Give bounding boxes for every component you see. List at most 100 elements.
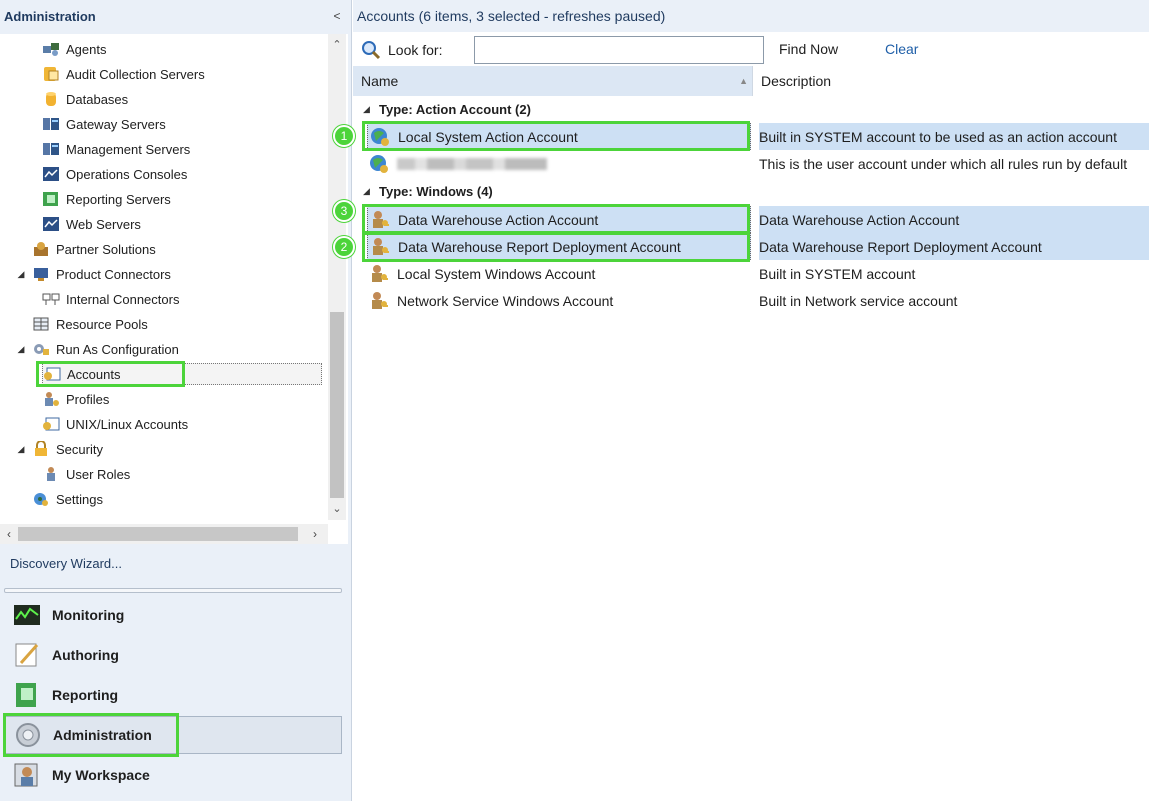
workspace-administration-button[interactable]: Administration bbox=[4, 716, 342, 754]
windows-account-key-icon bbox=[369, 264, 389, 284]
workspace-reporting-button[interactable]: Reporting bbox=[4, 676, 342, 714]
tree-item-resource-pools[interactable]: Resource Pools bbox=[32, 313, 148, 335]
product-connectors-icon bbox=[32, 266, 50, 282]
account-description-cell: Built in SYSTEM account bbox=[759, 265, 916, 282]
scroll-down-icon[interactable]: ⌄ bbox=[328, 500, 346, 518]
run-as-config-icon bbox=[32, 341, 50, 357]
tree-item-security[interactable]: ◢ Security bbox=[18, 438, 103, 460]
tree-item-profiles[interactable]: Profiles bbox=[42, 388, 109, 410]
tree-item-management-servers[interactable]: Management Servers bbox=[42, 138, 190, 160]
table-row[interactable]: Local System Action Account Built in SYS… bbox=[353, 123, 1149, 150]
tree-item-settings[interactable]: Settings bbox=[32, 488, 103, 510]
account-name-cell: Data Warehouse Report Deployment Account bbox=[367, 233, 751, 260]
user-roles-icon bbox=[42, 466, 60, 482]
table-row[interactable]: Network Service Windows Account Built in… bbox=[353, 287, 1149, 314]
accounts-icon bbox=[43, 366, 61, 382]
operations-consoles-icon bbox=[42, 166, 60, 182]
profiles-icon bbox=[42, 391, 60, 407]
column-header-description[interactable]: Description bbox=[753, 66, 1149, 96]
my-workspace-icon bbox=[12, 761, 42, 789]
tree-item-partner-solutions[interactable]: Partner Solutions bbox=[32, 238, 156, 260]
settings-icon bbox=[32, 491, 50, 507]
scroll-left-icon[interactable]: ‹ bbox=[0, 524, 18, 544]
windows-account-key-icon bbox=[370, 210, 390, 230]
tree-item-internal-connectors[interactable]: Internal Connectors bbox=[42, 288, 179, 310]
table-row[interactable]: Local System Windows Account Built in SY… bbox=[353, 260, 1149, 287]
group-header-action-account[interactable]: ◢ Type: Action Account (2) bbox=[353, 97, 1149, 121]
clear-button[interactable]: Clear bbox=[885, 41, 918, 57]
step-badge: 1 bbox=[333, 125, 355, 147]
expanded-triangle-icon[interactable]: ◢ bbox=[16, 344, 26, 355]
authoring-icon bbox=[12, 641, 42, 669]
look-for-input[interactable] bbox=[474, 36, 764, 64]
step-badge: 2 bbox=[333, 236, 355, 258]
column-header: Name ▲ Description bbox=[353, 66, 1149, 96]
tree-item-audit-collection-servers[interactable]: Audit Collection Servers bbox=[42, 63, 205, 85]
tree-horizontal-scroll-thumb[interactable] bbox=[18, 527, 298, 541]
tree-item-reporting-servers[interactable]: Reporting Servers bbox=[42, 188, 171, 210]
expanded-triangle-icon[interactable]: ◢ bbox=[363, 104, 370, 115]
resource-pools-icon bbox=[32, 316, 50, 332]
results-pane: Accounts (6 items, 3 selected - refreshe… bbox=[333, 0, 1149, 801]
tree-item-unix-linux-accounts[interactable]: UNIX/Linux Accounts bbox=[42, 413, 188, 435]
account-name-cell: Data Warehouse Action Account bbox=[367, 206, 751, 233]
audit-servers-icon bbox=[42, 66, 60, 82]
step-badge: 3 bbox=[333, 200, 355, 222]
account-description-cell: This is the user account under which all… bbox=[759, 155, 1128, 172]
tree-item-user-roles[interactable]: User Roles bbox=[42, 463, 130, 485]
results-title: Accounts bbox=[357, 8, 415, 24]
tree-item-web-servers[interactable]: Web Servers bbox=[42, 213, 141, 235]
workspace-my-workspace-button[interactable]: My Workspace bbox=[4, 756, 342, 794]
discovery-wizard-link[interactable]: Discovery Wizard... bbox=[10, 556, 122, 571]
administration-tree: Agents Audit Collection Servers Database… bbox=[0, 34, 348, 544]
column-header-name[interactable]: Name ▲ bbox=[353, 66, 753, 96]
reporting-icon bbox=[12, 681, 42, 709]
workspace-monitoring-button[interactable]: Monitoring bbox=[4, 596, 342, 634]
tree-item-agents[interactable]: Agents bbox=[42, 38, 106, 60]
account-name-cell bbox=[367, 150, 751, 177]
windows-account-key-icon bbox=[370, 237, 390, 257]
results-title-detail: (6 items, 3 selected - refreshes paused) bbox=[418, 8, 666, 24]
database-icon bbox=[42, 91, 60, 107]
group-header-windows[interactable]: ◢ Type: Windows (4) bbox=[353, 179, 1149, 203]
expanded-triangle-icon[interactable]: ◢ bbox=[16, 269, 26, 280]
tree-vertical-scrollbar[interactable]: ⌃ ⌄ bbox=[328, 34, 346, 520]
administration-icon bbox=[13, 721, 43, 749]
reporting-servers-icon bbox=[42, 191, 60, 207]
collapse-pane-button[interactable]: < bbox=[330, 8, 344, 24]
magnifier-search-icon bbox=[361, 40, 381, 60]
tree-item-accounts[interactable]: Accounts bbox=[42, 363, 322, 385]
tree-item-run-as-configuration[interactable]: ◢ Run As Configuration bbox=[18, 338, 179, 360]
tree-item-databases[interactable]: Databases bbox=[42, 88, 128, 110]
scroll-up-icon[interactable]: ⌃ bbox=[328, 36, 346, 54]
tree-item-operations-consoles[interactable]: Operations Consoles bbox=[42, 163, 187, 185]
expanded-triangle-icon[interactable]: ◢ bbox=[363, 186, 370, 197]
action-account-globe-icon bbox=[370, 127, 390, 147]
table-row[interactable]: This is the user account under which all… bbox=[353, 150, 1149, 177]
table-row[interactable]: Data Warehouse Report Deployment Account… bbox=[353, 233, 1149, 260]
navigation-pane-header: Administration bbox=[0, 0, 352, 32]
gateway-servers-icon bbox=[42, 116, 60, 132]
scroll-right-icon[interactable]: › bbox=[306, 524, 324, 544]
table-row[interactable]: Data Warehouse Action Account Data Wareh… bbox=[353, 206, 1149, 233]
tree-vertical-scroll-thumb[interactable] bbox=[330, 312, 344, 498]
results-title-bar: Accounts (6 items, 3 selected - refreshe… bbox=[353, 0, 1149, 32]
tree-item-gateway-servers[interactable]: Gateway Servers bbox=[42, 113, 166, 135]
sort-ascending-icon: ▲ bbox=[739, 76, 748, 86]
agents-icon bbox=[42, 41, 60, 57]
pane-splitter[interactable] bbox=[4, 588, 342, 593]
security-lock-icon bbox=[32, 441, 50, 457]
account-name-cell: Local System Action Account bbox=[367, 123, 751, 150]
find-now-button[interactable]: Find Now bbox=[779, 41, 838, 57]
internal-connectors-icon bbox=[42, 291, 60, 307]
navigation-pane-title: Administration bbox=[4, 8, 96, 24]
expanded-triangle-icon[interactable]: ◢ bbox=[16, 444, 26, 455]
workspace-authoring-button[interactable]: Authoring bbox=[4, 636, 342, 674]
action-account-globe-icon bbox=[369, 154, 389, 174]
windows-account-key-icon bbox=[369, 291, 389, 311]
tree-item-product-connectors[interactable]: ◢ Product Connectors bbox=[18, 263, 171, 285]
account-description-cell: Data Warehouse Report Deployment Account bbox=[759, 233, 1149, 260]
tree-horizontal-scrollbar[interactable]: ‹ › bbox=[0, 524, 328, 544]
look-for-label: Look for: bbox=[388, 42, 443, 58]
unix-accounts-icon bbox=[42, 416, 60, 432]
